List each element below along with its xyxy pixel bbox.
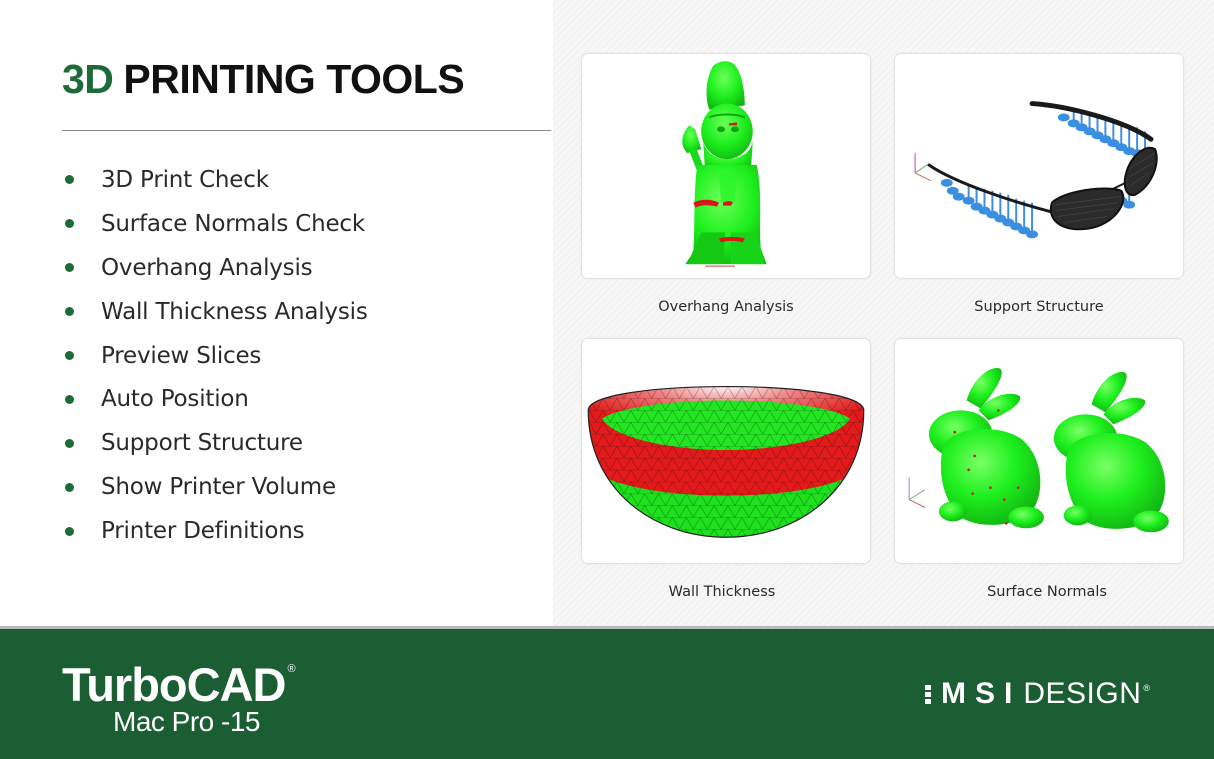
footer-banner: TurboCAD ® Mac Pro -15 MSI DESIGN ® — [0, 629, 1214, 759]
list-item: Auto Position — [62, 377, 368, 421]
company-design: DESIGN — [1023, 677, 1142, 710]
feature-label: Overhang Analysis — [101, 254, 313, 281]
bullet-icon — [65, 175, 74, 185]
gallery-caption: Overhang Analysis — [658, 299, 794, 315]
gallery-caption: Wall Thickness — [668, 584, 776, 600]
feature-label: Surface Normals Check — [101, 210, 365, 237]
bullet-icon — [65, 394, 74, 404]
gallery-caption: Support Structure — [974, 299, 1104, 315]
surface-normals-image — [894, 338, 1184, 564]
gallery-panel: Overhang Analysis Support Structure Wall… — [553, 0, 1214, 627]
list-item: Overhang Analysis — [62, 246, 368, 290]
gallery-caption: Surface Normals — [987, 584, 1107, 600]
list-item: Wall Thickness Analysis — [62, 290, 368, 334]
registered-mark: ® — [287, 663, 295, 675]
company-registered-mark: ® — [1143, 683, 1151, 693]
bullet-icon — [65, 482, 74, 492]
feature-label: Auto Position — [101, 386, 249, 413]
bullet-icon — [65, 351, 74, 360]
feature-list: 3D Print Check Surface Normals Check Ove… — [62, 158, 368, 553]
feature-label: Support Structure — [101, 430, 303, 457]
feature-label: Preview Slices — [101, 342, 262, 369]
list-item: Show Printer Volume — [62, 465, 368, 509]
bullet-icon — [65, 307, 74, 317]
list-item: 3D Print Check — [62, 158, 368, 202]
support-structure-image — [894, 53, 1184, 279]
bunny-models-illustration — [908, 368, 1169, 533]
feature-label: Printer Definitions — [101, 518, 305, 545]
company-logo: MSI DESIGN ® — [925, 677, 1150, 711]
company-msi: MSI — [941, 677, 1022, 710]
gnome-model-illustration — [682, 61, 767, 267]
imsi-logo-icon — [925, 684, 931, 704]
product-name: TurboCAD — [62, 658, 286, 711]
wall-thickness-image — [581, 338, 871, 564]
product-logo: TurboCAD ® — [62, 657, 296, 712]
feature-label: Wall Thickness Analysis — [101, 298, 368, 325]
title-text: PRINTING TOOLS — [123, 56, 465, 102]
list-item: Printer Definitions — [62, 509, 368, 553]
list-item: Support Structure — [62, 421, 368, 465]
bullet-icon — [65, 438, 74, 448]
bullet-icon — [65, 219, 74, 229]
bowl-mesh-illustration — [587, 386, 865, 538]
bullet-icon — [65, 263, 74, 273]
page-title: 3D PRINTING TOOLS — [62, 56, 465, 103]
list-item: Preview Slices — [62, 334, 368, 378]
feature-label: Show Printer Volume — [101, 474, 336, 501]
title-divider — [62, 130, 551, 131]
bullet-icon — [65, 526, 74, 536]
list-item: Surface Normals Check — [62, 202, 368, 246]
feature-label: 3D Print Check — [101, 166, 269, 193]
glasses-model-illustration — [914, 101, 1158, 239]
product-edition: Mac Pro -15 — [113, 706, 261, 737]
overhang-analysis-image — [581, 53, 871, 279]
title-accent: 3D — [62, 56, 114, 102]
features-panel: 3D PRINTING TOOLS 3D Print Check Surface … — [0, 0, 553, 627]
